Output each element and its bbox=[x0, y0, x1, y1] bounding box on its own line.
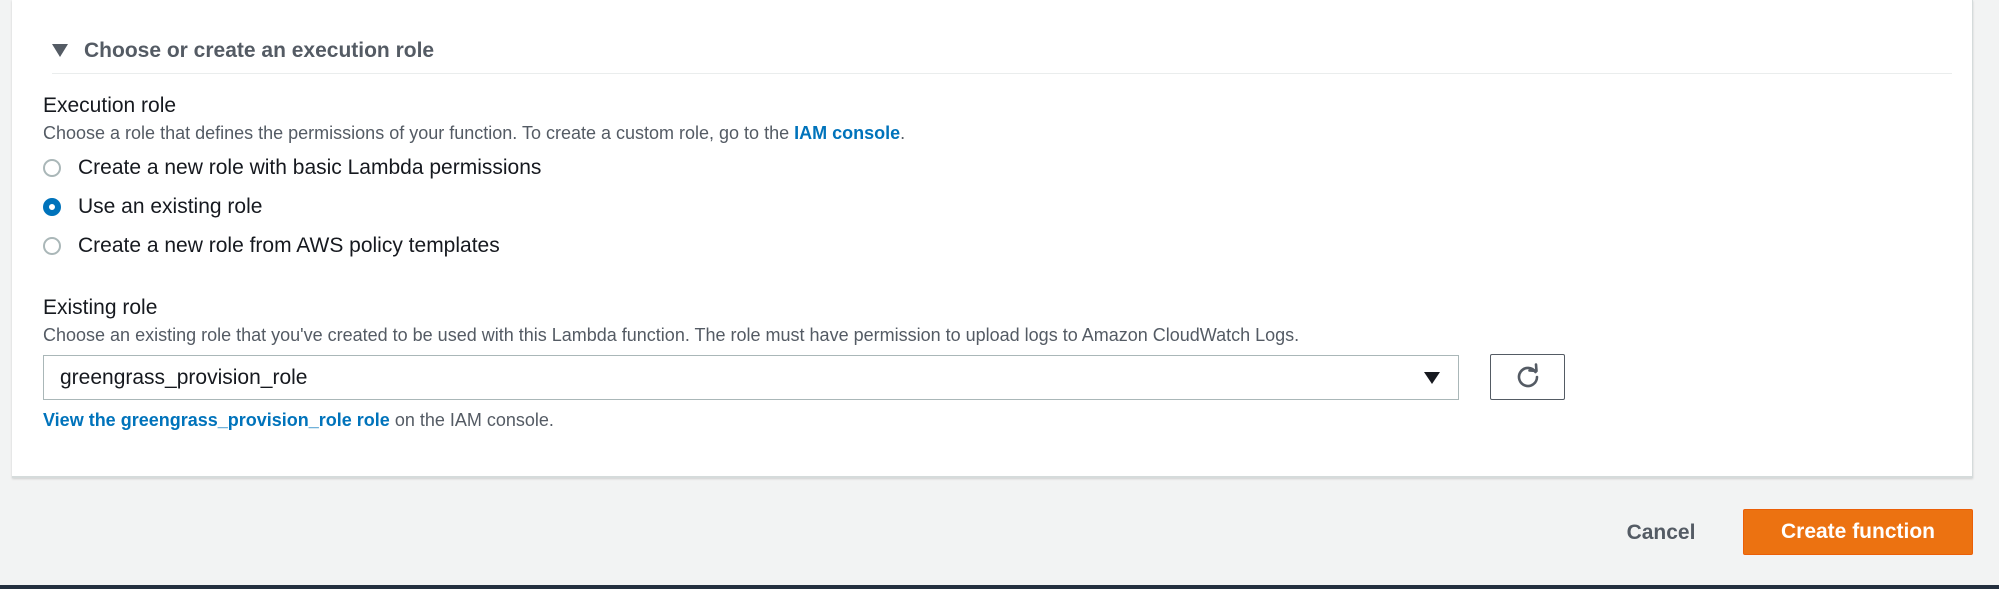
radio-option-existing[interactable]: Use an existing role bbox=[43, 194, 262, 220]
existing-role-label: Existing role bbox=[43, 296, 158, 319]
view-role-link[interactable]: View the greengrass_provision_role role bbox=[43, 410, 390, 430]
section-title: Choose or create an execution role bbox=[84, 39, 435, 62]
caret-down-icon[interactable] bbox=[52, 44, 68, 57]
radio-label-policy-templates[interactable]: Create a new role from AWS policy templa… bbox=[78, 233, 500, 259]
view-role-suffix: on the IAM console. bbox=[389, 410, 554, 430]
cancel-button[interactable]: Cancel bbox=[1611, 511, 1711, 555]
radio-option-policy-templates[interactable]: Create a new role from AWS policy templa… bbox=[43, 233, 500, 259]
radio-button-new-basic[interactable] bbox=[43, 159, 61, 177]
refresh-roles-button[interactable] bbox=[1490, 354, 1565, 400]
execution-role-description-text: Choose a role that defines the permissio… bbox=[43, 123, 795, 143]
refresh-icon bbox=[1517, 363, 1538, 388]
existing-role-select[interactable]: greengrass_provision_role bbox=[43, 355, 1459, 400]
execution-role-description: Choose a role that defines the permissio… bbox=[43, 122, 905, 144]
dropdown-arrow-icon[interactable] bbox=[1424, 372, 1440, 384]
radio-button-existing[interactable] bbox=[43, 198, 61, 216]
radio-label-existing[interactable]: Use an existing role bbox=[78, 194, 262, 220]
view-role-line: View the greengrass_provision_role role … bbox=[43, 409, 554, 431]
execution-role-panel: Choose or create an execution role Execu… bbox=[12, 0, 1973, 478]
create-function-button[interactable]: Create function bbox=[1743, 509, 1973, 555]
iam-console-link[interactable]: IAM console bbox=[794, 123, 900, 143]
radio-label-new-basic[interactable]: Create a new role with basic Lambda perm… bbox=[78, 155, 541, 181]
bottom-bar bbox=[0, 585, 1999, 589]
radio-button-policy-templates[interactable] bbox=[43, 237, 61, 255]
section-header[interactable]: Choose or create an execution role bbox=[52, 36, 1952, 74]
execution-role-label: Execution role bbox=[43, 94, 177, 117]
execution-role-description-suffix: . bbox=[900, 123, 906, 143]
existing-role-description: Choose an existing role that you've crea… bbox=[43, 325, 1300, 345]
existing-role-selected-value: greengrass_provision_role bbox=[60, 365, 308, 389]
radio-option-new-basic[interactable]: Create a new role with basic Lambda perm… bbox=[43, 155, 541, 181]
